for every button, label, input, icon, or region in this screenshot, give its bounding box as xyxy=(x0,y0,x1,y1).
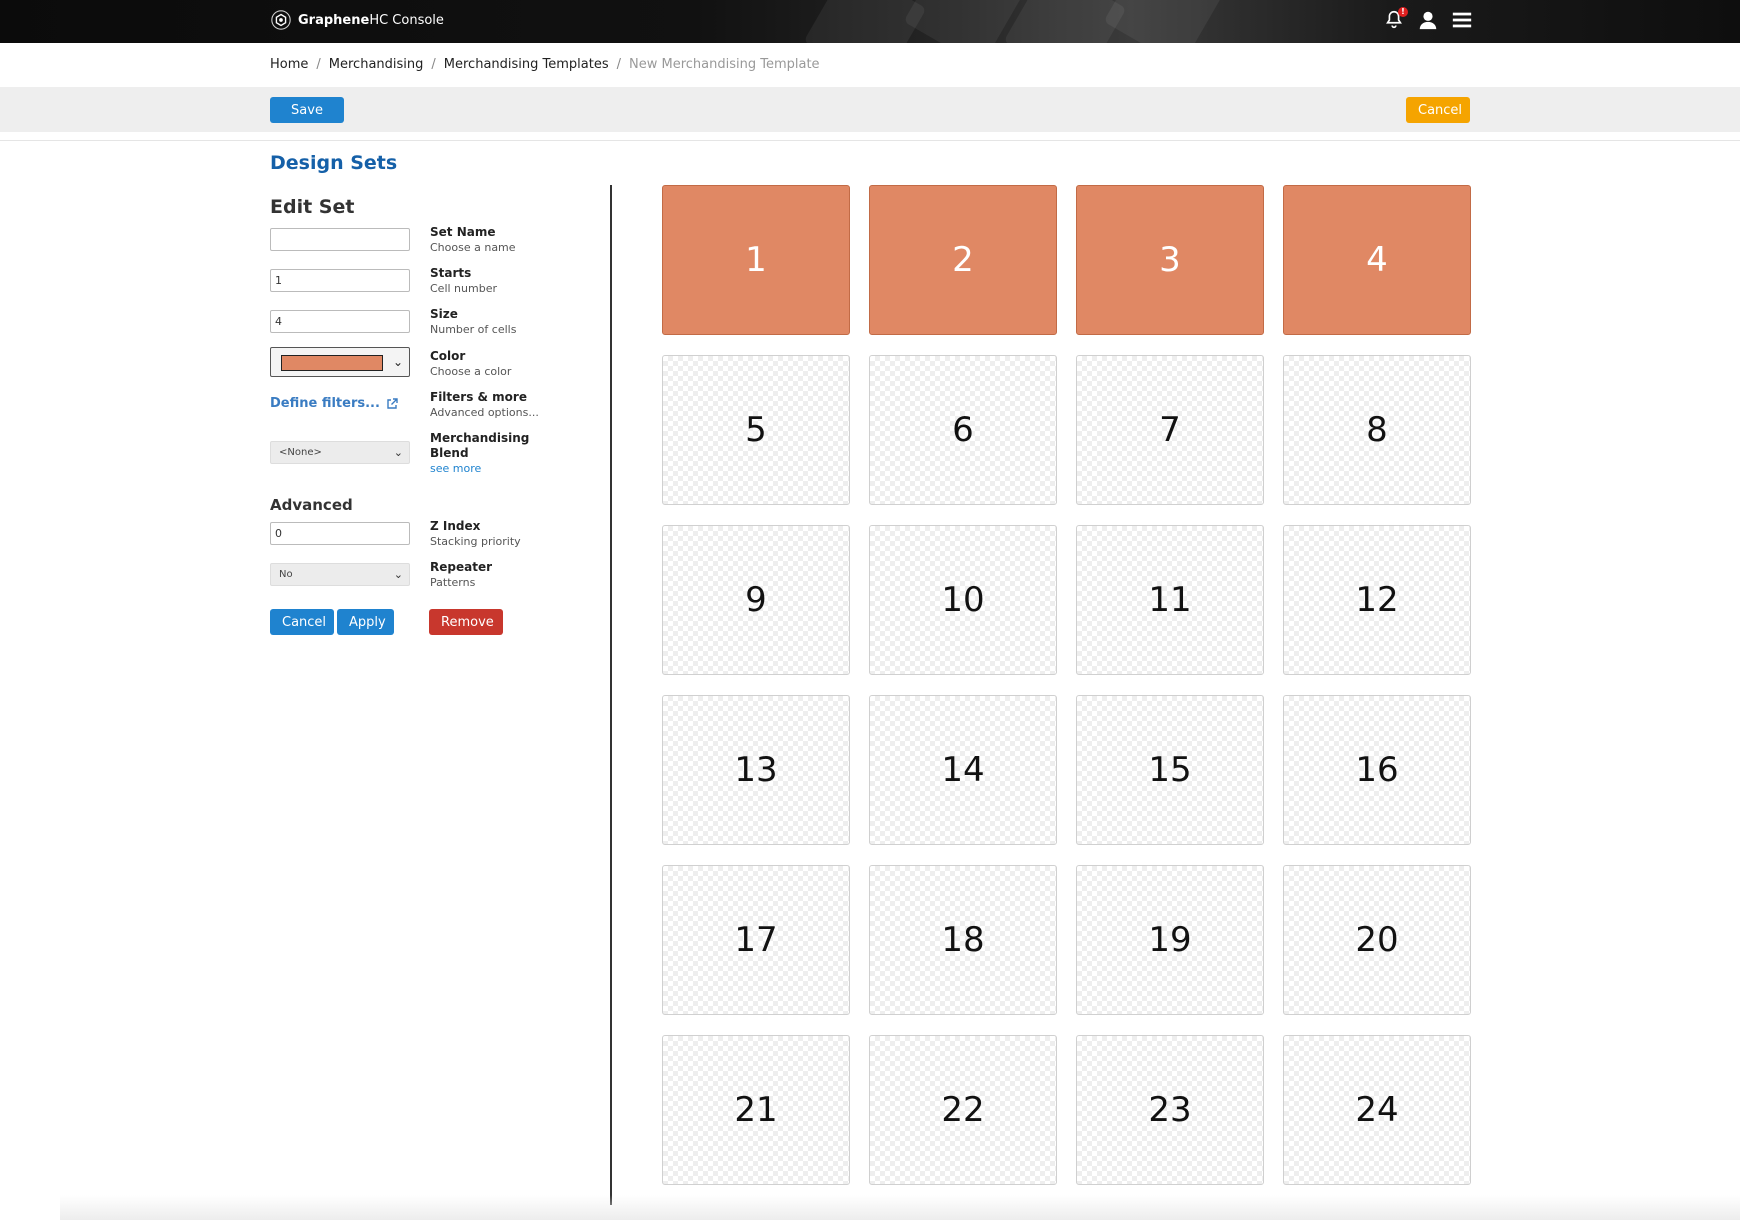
grid-cell-24[interactable]: 24 xyxy=(1283,1035,1471,1185)
chevron-down-icon: ⌄ xyxy=(393,446,403,459)
top-navbar: GrapheneHC Console ! xyxy=(0,0,1740,43)
color-label-title: Color xyxy=(430,349,466,363)
grid-cell-10[interactable]: 10 xyxy=(869,525,1057,675)
grid-cell-4[interactable]: 4 xyxy=(1283,185,1471,335)
graphene-logo-icon xyxy=(271,10,291,30)
chevron-down-icon: ⌄ xyxy=(393,568,403,581)
grid-cell-21[interactable]: 21 xyxy=(662,1035,850,1185)
user-profile-icon[interactable] xyxy=(1417,9,1439,31)
bottom-shadow xyxy=(60,1195,1740,1220)
merchandising-blend-select[interactable]: <None> ⌄ xyxy=(270,441,410,464)
notifications-bell-icon[interactable]: ! xyxy=(1383,7,1408,31)
see-more-link[interactable]: see more xyxy=(430,461,550,476)
breadcrumb-separator: / xyxy=(431,57,436,72)
color-label: Color Choose a color xyxy=(430,349,511,379)
starts-label: Starts Cell number xyxy=(430,266,497,296)
repeater-label: Repeater Patterns xyxy=(430,560,492,590)
grid-cell-1[interactable]: 1 xyxy=(662,185,850,335)
grid-cell-23[interactable]: 23 xyxy=(1076,1035,1264,1185)
z-index-label: Z Index Stacking priority xyxy=(430,519,521,549)
color-swatch xyxy=(281,355,383,371)
blend-label-title: Merchandising Blend xyxy=(430,431,530,460)
grid-cell-20[interactable]: 20 xyxy=(1283,865,1471,1015)
blend-label: Merchandising Blend see more xyxy=(430,431,550,476)
color-label-sub: Choose a color xyxy=(430,365,512,378)
cancel-edit-button[interactable]: Cancel xyxy=(270,609,334,635)
set-name-label-title: Set Name xyxy=(430,225,496,239)
repeater-label-sub: Patterns xyxy=(430,576,476,589)
z-index-input[interactable] xyxy=(270,522,410,545)
save-button[interactable]: Save xyxy=(270,97,344,123)
set-name-label-sub: Choose a name xyxy=(430,241,516,254)
grid-cell-13[interactable]: 13 xyxy=(662,695,850,845)
edit-set-title: Edit Set xyxy=(270,196,355,218)
hamburger-menu-icon[interactable] xyxy=(1451,9,1473,31)
grid-cell-5[interactable]: 5 xyxy=(662,355,850,505)
filters-label-title: Filters & more xyxy=(430,390,527,404)
starts-label-title: Starts xyxy=(430,266,472,280)
grid-cell-6[interactable]: 6 xyxy=(869,355,1057,505)
brand-logo-link[interactable]: GrapheneHC Console xyxy=(270,9,444,31)
size-label: Size Number of cells xyxy=(430,307,516,337)
cancel-top-button[interactable]: Cancel xyxy=(1406,97,1470,123)
size-input[interactable] xyxy=(270,310,410,333)
blend-selected-value: <None> xyxy=(279,447,322,458)
size-label-title: Size xyxy=(430,307,458,321)
grid-cell-19[interactable]: 19 xyxy=(1076,865,1264,1015)
define-filters-text: Define filters... xyxy=(270,396,380,411)
z-index-label-sub: Stacking priority xyxy=(430,535,521,548)
grid-cell-3[interactable]: 3 xyxy=(1076,185,1264,335)
grid-cell-15[interactable]: 15 xyxy=(1076,695,1264,845)
repeater-select[interactable]: No ⌄ xyxy=(270,563,410,586)
design-sets-title: Design Sets xyxy=(270,152,398,174)
breadcrumb-merchandising-templates[interactable]: Merchandising Templates xyxy=(444,57,609,72)
breadcrumb-home[interactable]: Home xyxy=(270,57,308,72)
starts-label-sub: Cell number xyxy=(430,282,497,295)
repeater-label-title: Repeater xyxy=(430,560,492,574)
filters-label-sub: Advanced options... xyxy=(430,406,539,419)
chevron-down-icon: ⌄ xyxy=(392,355,403,369)
external-link-icon xyxy=(387,397,398,409)
background-hex-pattern xyxy=(1103,0,1227,43)
brand-name-bold: Graphene xyxy=(298,12,370,28)
grid-cell-14[interactable]: 14 xyxy=(869,695,1057,845)
action-bar: Save Cancel xyxy=(0,87,1740,132)
advanced-title: Advanced xyxy=(270,496,353,514)
size-label-sub: Number of cells xyxy=(430,323,517,336)
breadcrumb-merchandising[interactable]: Merchandising xyxy=(329,57,424,72)
breadcrumb-bar: Home / Merchandising / Merchandising Tem… xyxy=(0,43,1740,87)
brand-name-rest: HC Console xyxy=(369,12,444,28)
breadcrumb-current: New Merchandising Template xyxy=(629,57,820,72)
set-name-input[interactable] xyxy=(270,228,410,251)
remove-button[interactable]: Remove xyxy=(429,609,503,635)
define-filters-link[interactable]: Define filters... xyxy=(270,396,398,411)
grid-cell-2[interactable]: 2 xyxy=(869,185,1057,335)
color-select[interactable]: ⌄ xyxy=(270,347,410,377)
panel-divider xyxy=(610,185,612,1205)
grid-cell-18[interactable]: 18 xyxy=(869,865,1057,1015)
breadcrumb-separator: / xyxy=(616,57,622,72)
filters-label: Filters & more Advanced options... xyxy=(430,390,539,420)
grid-cell-8[interactable]: 8 xyxy=(1283,355,1471,505)
apply-button[interactable]: Apply xyxy=(337,609,394,635)
notification-badge: ! xyxy=(1398,7,1408,17)
z-index-label-title: Z Index xyxy=(430,519,481,533)
section-divider xyxy=(0,140,1740,141)
breadcrumb: Home / Merchandising / Merchandising Tem… xyxy=(270,57,820,72)
set-name-label: Set Name Choose a name xyxy=(430,225,516,255)
starts-input[interactable] xyxy=(270,269,410,292)
grid-cell-7[interactable]: 7 xyxy=(1076,355,1264,505)
breadcrumb-separator: / xyxy=(316,57,321,72)
repeater-selected-value: No xyxy=(279,569,293,580)
grid-cell-9[interactable]: 9 xyxy=(662,525,850,675)
grid-cell-16[interactable]: 16 xyxy=(1283,695,1471,845)
grid-cell-22[interactable]: 22 xyxy=(869,1035,1057,1185)
grid-cell-12[interactable]: 12 xyxy=(1283,525,1471,675)
grid-cell-11[interactable]: 11 xyxy=(1076,525,1264,675)
grid-cell-17[interactable]: 17 xyxy=(662,865,850,1015)
